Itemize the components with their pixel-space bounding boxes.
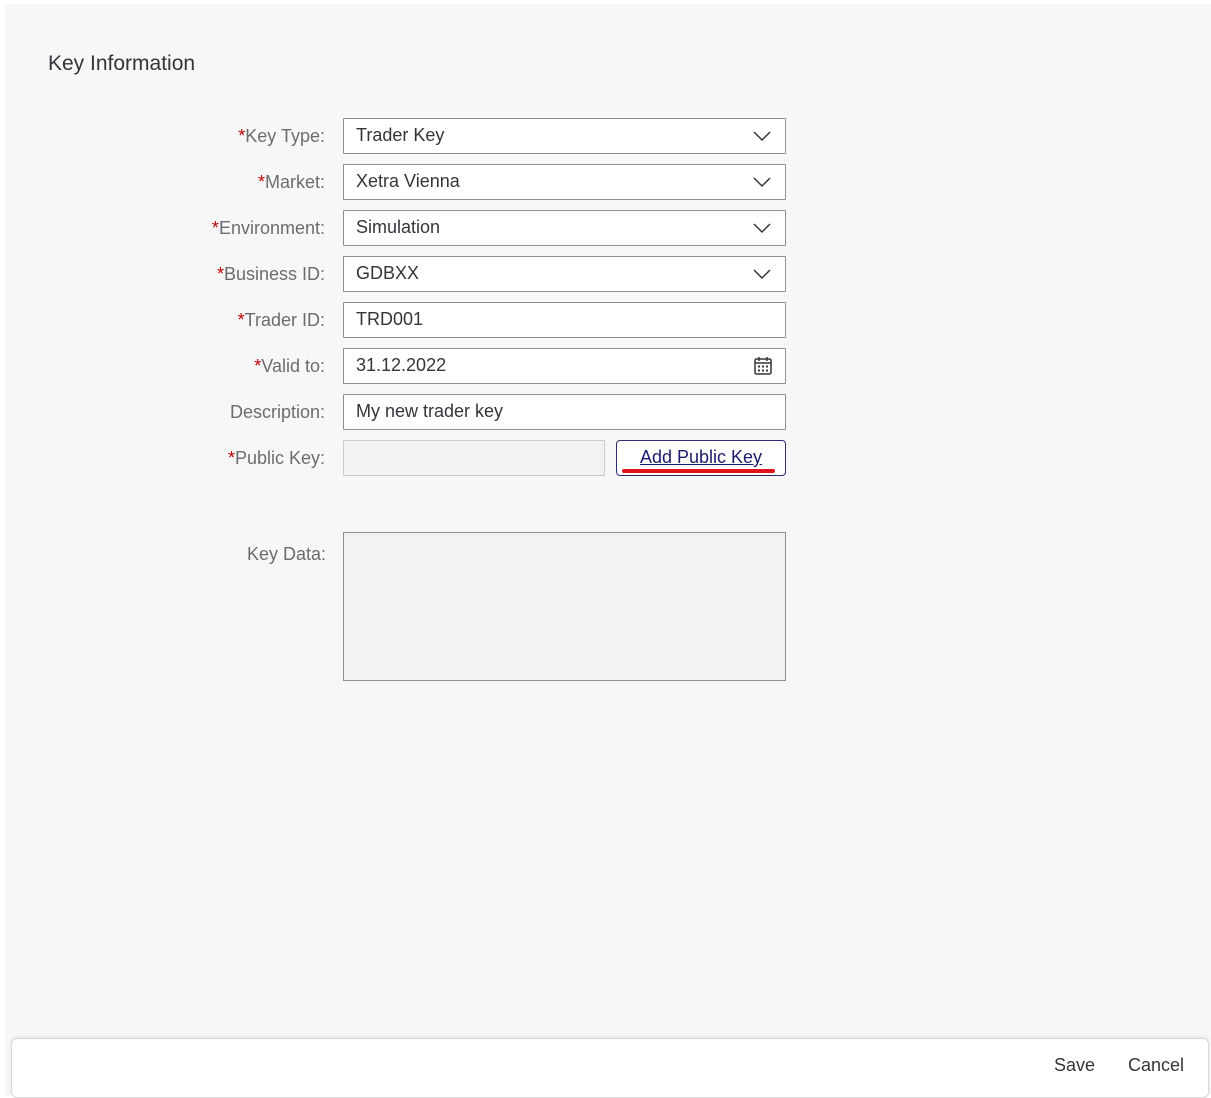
valid-to-value: 31.12.2022 — [356, 355, 447, 375]
chevron-down-icon[interactable] — [753, 176, 771, 188]
chevron-down-icon[interactable] — [753, 130, 771, 142]
chevron-down-icon[interactable] — [753, 268, 771, 280]
required-marker: * — [237, 310, 245, 330]
business-id-value: GDBXX — [356, 263, 420, 283]
description-row: Description: My new trader key — [5, 394, 805, 430]
chevron-down-icon[interactable] — [753, 222, 771, 234]
save-button[interactable]: Save — [1054, 1055, 1095, 1076]
business-id-label: *Business ID: — [216, 264, 325, 284]
trader-id-input[interactable]: TRD001 — [343, 302, 786, 338]
public-key-field — [343, 440, 605, 476]
footer-toolbar: Save Cancel — [11, 1038, 1209, 1098]
cancel-button[interactable]: Cancel — [1128, 1055, 1184, 1076]
business-id-row: *Business ID: GDBXX — [5, 256, 805, 292]
key-type-value: Trader Key — [356, 125, 445, 145]
description-input[interactable]: My new trader key — [343, 394, 786, 430]
market-value: Xetra Vienna — [356, 171, 460, 191]
public-key-row: *Public Key: Add Public Key — [5, 440, 805, 476]
valid-to-label: *Valid to: — [254, 356, 325, 376]
key-type-label: *Key Type: — [238, 126, 325, 146]
key-type-row: *Key Type: Trader Key — [5, 118, 805, 154]
required-marker: * — [227, 448, 235, 468]
valid-to-row: *Valid to: 31.12.2022 — [5, 348, 805, 384]
environment-select[interactable]: Simulation — [343, 210, 786, 246]
trader-id-value: TRD001 — [356, 309, 424, 329]
trader-id-row: *Trader ID: TRD001 — [5, 302, 805, 338]
public-key-label: *Public Key: — [227, 448, 325, 468]
key-data-label: Key Data: — [246, 544, 326, 564]
business-id-select[interactable]: GDBXX — [343, 256, 786, 292]
valid-to-datepicker[interactable]: 31.12.2022 — [343, 348, 786, 384]
environment-value: Simulation — [356, 217, 441, 237]
page: Key Information *Key Type: Trader Key *M… — [5, 4, 1211, 1095]
section-title: Key Information — [48, 52, 196, 75]
environment-label: *Environment: — [211, 218, 325, 238]
market-label: *Market: — [257, 172, 325, 192]
description-label: Description: — [229, 402, 325, 422]
calendar-icon[interactable] — [753, 356, 773, 376]
market-select[interactable]: Xetra Vienna — [343, 164, 786, 200]
market-row: *Market: Xetra Vienna — [5, 164, 805, 200]
required-marker: * — [257, 172, 265, 192]
highlight-underline — [622, 469, 775, 473]
description-value: My new trader key — [356, 401, 504, 421]
trader-id-label: *Trader ID: — [237, 310, 325, 330]
required-marker: * — [216, 264, 224, 284]
key-data-textarea — [343, 532, 786, 681]
environment-row: *Environment: Simulation — [5, 210, 805, 246]
key-type-select[interactable]: Trader Key — [343, 118, 786, 154]
required-marker: * — [211, 218, 219, 238]
